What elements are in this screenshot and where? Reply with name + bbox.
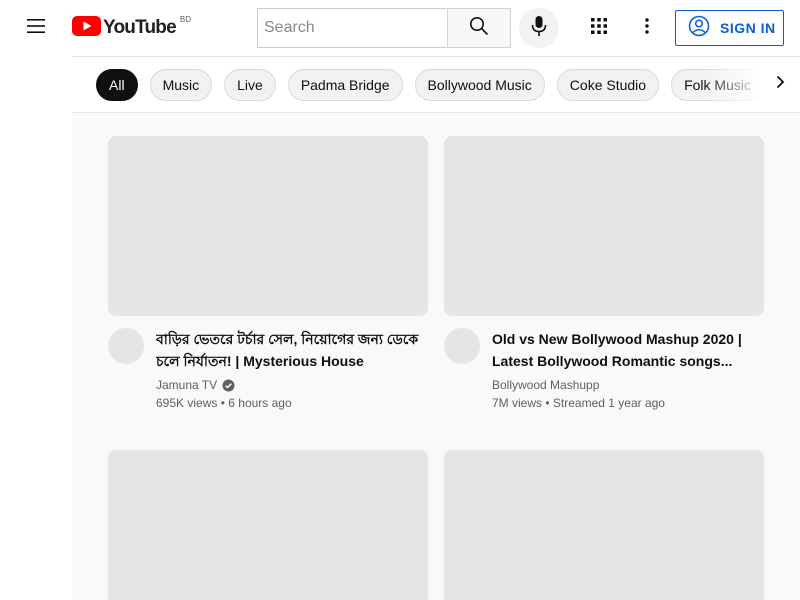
settings-more-button[interactable] <box>631 12 663 44</box>
chip-label: Coke Studio <box>569 77 647 93</box>
chevron-right-icon <box>775 75 785 94</box>
chip-music[interactable]: Music <box>149 69 213 101</box>
upload-age: 6 hours ago <box>228 396 292 410</box>
channel-avatar[interactable] <box>108 328 144 364</box>
more-vertical-icon <box>645 17 649 39</box>
video-meta: বাড়ির ভেতরে টর্চার সেল, নিয়োগের জন্য ড… <box>108 328 428 412</box>
chips-fade-overlay <box>704 57 764 112</box>
view-count: 7M views <box>492 396 543 410</box>
upload-age: Streamed 1 year ago <box>552 396 665 410</box>
channel-name: Jamuna TV <box>156 378 218 392</box>
video-thumbnail[interactable] <box>444 450 764 600</box>
video-info: বাড়ির ভেতরে টর্চার সেল, নিয়োগের জন্য ড… <box>156 328 428 412</box>
chip-padma-bridge[interactable]: Padma Bridge <box>287 69 403 101</box>
channel-name-row[interactable]: Bollywood Mashupp <box>492 376 764 394</box>
chip-live[interactable]: Live <box>224 69 276 101</box>
chips-next-button[interactable] <box>760 57 800 112</box>
video-thumbnail[interactable] <box>108 450 428 600</box>
video-title[interactable]: বাড়ির ভেতরে টর্চার সেল, নিয়োগের জন্য ড… <box>156 328 428 372</box>
chip-label: All <box>109 77 125 93</box>
search-input[interactable] <box>264 19 448 37</box>
sign-in-button[interactable]: SIGN IN <box>675 10 784 46</box>
chip-coke-studio[interactable]: Coke Studio <box>556 69 660 101</box>
channel-name: Bollywood Mashupp <box>492 378 600 392</box>
logo-wordmark: YouTube <box>103 17 177 38</box>
chip-label: Bollywood Music <box>427 77 532 93</box>
guide-strip <box>0 56 72 600</box>
video-title[interactable]: Old vs New Bollywood Mashup 2020 | Lates… <box>492 328 764 372</box>
view-count: 695K views <box>156 396 218 410</box>
video-card-placeholder <box>444 450 764 600</box>
video-stats: 7M views • Streamed 1 year ago <box>492 394 764 412</box>
chip-all[interactable]: All <box>96 69 138 101</box>
hamburger-icon <box>26 18 46 39</box>
country-code: BD <box>179 14 191 24</box>
video-stats: 695K views • 6 hours ago <box>156 394 428 412</box>
video-card: Old vs New Bollywood Mashup 2020 | Lates… <box>444 136 764 412</box>
filter-chips-bar: All Music Live Padma Bridge Bollywood Mu… <box>72 56 800 113</box>
account-icon <box>688 15 710 42</box>
video-info: Old vs New Bollywood Mashup 2020 | Lates… <box>492 328 764 412</box>
sign-in-label: SIGN IN <box>720 20 776 36</box>
guide-menu-button[interactable] <box>16 12 56 44</box>
search-box[interactable] <box>257 8 448 48</box>
channel-name-row[interactable]: Jamuna TV <box>156 376 428 394</box>
video-card-placeholder <box>108 450 428 600</box>
chip-label: Music <box>162 77 200 93</box>
search-button[interactable] <box>447 8 511 48</box>
apps-grid-icon <box>590 17 608 40</box>
apps-button[interactable] <box>583 12 615 44</box>
chip-label: Padma Bridge <box>300 77 390 93</box>
video-thumbnail[interactable] <box>444 136 764 316</box>
video-thumbnail[interactable] <box>108 136 428 316</box>
video-meta: Old vs New Bollywood Mashup 2020 | Lates… <box>444 328 764 412</box>
youtube-logo[interactable]: YouTube BD <box>72 14 191 41</box>
microphone-icon <box>531 15 547 42</box>
verified-badge-icon <box>222 379 235 392</box>
chip-bollywood-music[interactable]: Bollywood Music <box>414 69 545 101</box>
search-icon <box>469 16 489 41</box>
channel-avatar[interactable] <box>444 328 480 364</box>
video-card: বাড়ির ভেতরে টর্চার সেল, নিয়োগের জন্য ড… <box>108 136 428 412</box>
chips-list: All Music Live Padma Bridge Bollywood Mu… <box>96 69 764 101</box>
voice-search-button[interactable] <box>519 8 559 48</box>
masthead: YouTube BD SIGN IN <box>0 0 800 56</box>
chip-label: Live <box>237 77 263 93</box>
youtube-play-icon <box>72 15 101 41</box>
separator-dot: • <box>545 396 553 410</box>
